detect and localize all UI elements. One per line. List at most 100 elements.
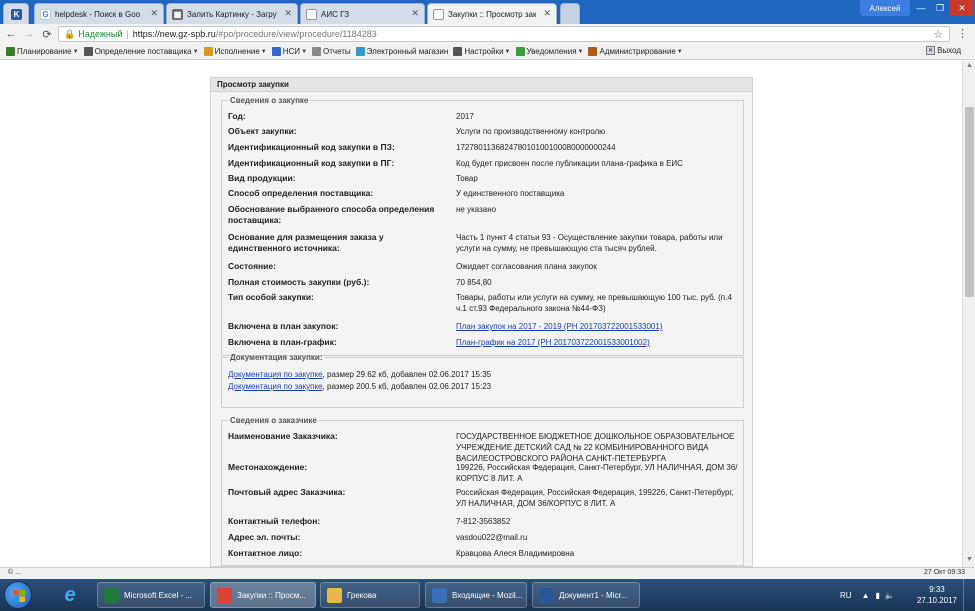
menu-item-reports[interactable]: Отчеты [312, 47, 351, 56]
notifications-icon [515, 47, 525, 56]
profile-badge[interactable]: Алексей [860, 0, 910, 16]
browser-tab-1[interactable]: K [3, 3, 29, 24]
menu-item-label: Уведомления [526, 47, 577, 56]
taskbar-button-word[interactable]: Документ1 - Micr... [532, 582, 640, 608]
browser-tab-2[interactable]: G helpdesk - Поиск в Goo ✕ [34, 3, 164, 24]
taskbar-button-label: Закупки :: Просм... [237, 590, 306, 600]
scroll-thumb[interactable] [965, 107, 974, 297]
exit-button[interactable]: ✕ Выход [926, 46, 961, 55]
status-right: 27 Окт 09:33 [924, 569, 965, 576]
settings-icon [453, 47, 463, 56]
field-value: 7-812-3563852 [456, 517, 511, 526]
exit-icon: ✕ [926, 46, 936, 55]
field-label: Наименование Заказчика: [228, 431, 338, 441]
start-button[interactable] [4, 581, 32, 609]
k-favicon-icon: K [11, 9, 22, 20]
menu-item-label: Определение поставщика [94, 47, 192, 56]
secure-label: Надежный [78, 29, 123, 39]
field-value: 70 854,80 [456, 278, 492, 287]
field-label: Объект закупки: [228, 126, 297, 136]
close-tab-icon[interactable]: ✕ [150, 8, 158, 19]
close-window-button[interactable]: ✕ [950, 0, 974, 16]
document-link[interactable]: Документация по закупке [228, 382, 323, 391]
taskbar-button-thunderbird[interactable]: Входящие - Mozil... [425, 582, 527, 608]
menu-item-reference[interactable]: НСИ ▼ [271, 47, 307, 56]
document-info: , размер 29.62 кб, добавлен 02.06.2017 1… [322, 370, 492, 379]
page-favicon-icon [306, 9, 317, 20]
menu-item-execution[interactable]: Исполнение ▼ [203, 47, 267, 56]
document-link[interactable]: Документация по закупке [228, 370, 323, 379]
field-value: Российская Федерация, Российская Федерац… [456, 488, 734, 508]
reports-icon [312, 47, 322, 56]
windows-taskbar: e Microsoft Excel - ... Закупки :: Просм.… [0, 579, 975, 611]
menu-item-admin[interactable]: Администрирование ▼ [588, 47, 683, 56]
close-tab-icon[interactable]: ✕ [284, 8, 292, 19]
close-tab-icon[interactable]: ✕ [543, 8, 551, 19]
browser-tab-4[interactable]: АИС ГЗ ✕ [300, 3, 425, 24]
execution-icon [203, 47, 213, 56]
tray-arrow-icon[interactable]: ▲ [862, 591, 870, 600]
field-value: У единственного поставщика [456, 189, 565, 198]
bookmark-star-icon[interactable]: ☆ [933, 28, 943, 41]
plan-link[interactable]: План-график на 2017 (РН 2017037220015330… [456, 337, 738, 348]
scroll-down-icon[interactable]: ▼ [965, 556, 974, 566]
system-tray: RU ▲ ▮ 🔈 [840, 579, 895, 611]
thunderbird-icon [432, 588, 447, 603]
show-desktop-button[interactable] [963, 579, 975, 611]
section-legend: Документация закупки: [230, 353, 323, 362]
taskbar-button-label: Грекова [347, 590, 377, 600]
page-scrollbar[interactable]: ▲ ▼ [962, 61, 975, 567]
field-value: Услуги по производственному контролю [456, 127, 606, 136]
browser-menu-icon[interactable]: ⋮ [957, 27, 968, 40]
field-label: Адрес эл. почты: [228, 532, 301, 542]
reference-icon [271, 47, 281, 56]
folder-icon [327, 588, 342, 603]
url-input[interactable]: 🔒 Надежный | https://new.gz-spb.ru /#po/… [58, 26, 950, 42]
menu-item-planning[interactable]: Планирование ▼ [6, 47, 79, 56]
taskbar-clock[interactable]: 9:33 27.10.2017 [917, 584, 957, 606]
volume-icon[interactable]: 🔈 [885, 591, 895, 600]
reload-icon[interactable]: ⟳ [40, 27, 54, 41]
field-value: Часть 1 пункт 4 статьи 93 - Осуществлени… [456, 233, 723, 253]
status-left: © ... [8, 569, 21, 576]
tab-label: АИС ГЗ [321, 9, 350, 19]
section-legend: Сведения о заказчике [230, 416, 317, 425]
back-arrow-icon[interactable]: ← [4, 27, 18, 41]
menu-item-label: Администрирование [599, 47, 676, 56]
documents-section: Документация закупки: Документация по за… [221, 353, 744, 408]
url-path: /#po/procedure/view/procedure/1184283 [215, 29, 377, 39]
forward-arrow-icon[interactable]: → [22, 27, 36, 41]
browser-tab-5[interactable]: Закупки :: Просмотр зак ✕ [427, 3, 557, 24]
taskbar-button-folder[interactable]: Грекова [320, 582, 420, 608]
internet-explorer-pinned[interactable]: e [52, 582, 88, 608]
menu-item-notifications[interactable]: Уведомления ▼ [515, 47, 583, 56]
menu-item-supplier[interactable]: Определение поставщика ▼ [83, 47, 199, 56]
procurement-view-panel: Просмотр закупки Сведения о закупке Год:… [210, 77, 753, 567]
menu-item-label: Электронный магазин [366, 47, 449, 56]
menu-item-shop[interactable]: Электронный магазин [355, 47, 449, 56]
address-bar-row: ← → ⟳ 🔒 Надежный | https://new.gz-spb.ru… [0, 24, 975, 44]
field-label: Включена в план-график: [228, 337, 337, 347]
maximize-button[interactable]: ❐ [931, 0, 949, 16]
taskbar-button-chrome[interactable]: Закупки :: Просм... [210, 582, 316, 608]
browser-tab-3[interactable]: ▦ Залить Картинку - Загру ✕ [166, 3, 298, 24]
supplier-icon [83, 47, 93, 56]
scroll-up-icon[interactable]: ▲ [965, 62, 974, 72]
document-info: , размер 200.5 кб, добавлен 02.06.2017 1… [322, 382, 492, 391]
taskbar-button-excel[interactable]: Microsoft Excel - ... [97, 582, 205, 608]
field-label: Идентификационный код закупки в ПЗ: [228, 142, 395, 152]
minimize-button[interactable]: — [912, 0, 930, 16]
new-tab-button[interactable] [560, 3, 580, 24]
menu-item-label: Исполнение [214, 47, 260, 56]
menu-item-label: НСИ [282, 47, 301, 56]
network-icon[interactable]: ▮ [875, 591, 879, 600]
language-indicator[interactable]: RU [840, 591, 852, 600]
windows-logo-icon [13, 590, 25, 602]
plan-link[interactable]: План закупок на 2017 - 2019 (РН 20170372… [456, 321, 738, 332]
document-item: Документация по закупке, размер 200.5 кб… [228, 382, 491, 391]
clock-time: 9:33 [929, 585, 945, 594]
field-value: не указано [456, 205, 497, 214]
close-tab-icon[interactable]: ✕ [411, 8, 419, 19]
page-viewport: Просмотр закупки Сведения о закупке Год:… [0, 61, 962, 567]
menu-item-settings[interactable]: Настройки ▼ [453, 47, 511, 56]
